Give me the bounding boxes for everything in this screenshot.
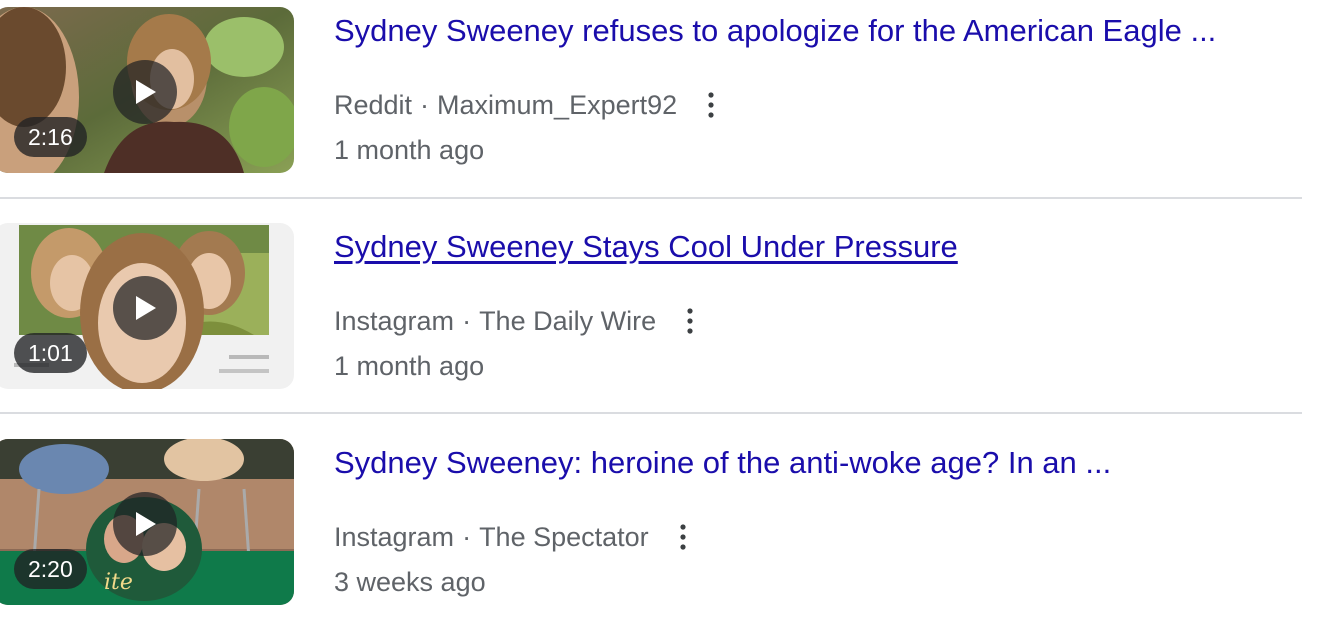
play-icon [113, 60, 177, 124]
video-thumbnail[interactable]: ite 2:20 [0, 439, 294, 605]
result-author: Maximum_Expert92 [437, 90, 678, 120]
svg-text:ite: ite [104, 570, 133, 595]
result-source: Instagram [334, 306, 455, 336]
meta-separator: · [462, 306, 472, 336]
video-duration-badge: 2:16 [14, 117, 87, 157]
video-duration-badge: 1:01 [14, 333, 87, 373]
result-source: Reddit [334, 90, 413, 120]
video-duration-badge: 2:20 [14, 549, 87, 589]
more-vert-icon[interactable] [699, 87, 723, 123]
video-results-list: 2:16 Sydney Sweeney refuses to apologize… [0, 0, 1320, 626]
result-title-link[interactable]: Sydney Sweeney refuses to apologize for … [334, 9, 1216, 53]
meta-separator: · [420, 90, 430, 120]
play-icon [113, 492, 177, 556]
more-vert-icon[interactable] [671, 519, 695, 555]
result-age: 3 weeks ago [334, 567, 486, 597]
result-divider [0, 412, 1302, 414]
video-thumbnail[interactable]: 2:16 [0, 7, 294, 173]
video-result: ite 2:20 Sydney Sweeney: heroine of the … [0, 423, 1302, 639]
result-title-link[interactable]: Sydney Sweeney: heroine of the anti-woke… [334, 441, 1111, 485]
result-author: The Daily Wire [479, 306, 657, 336]
result-title-link[interactable]: Sydney Sweeney Stays Cool Under Pressure [334, 225, 958, 269]
result-meta: Instagram · The Spectator [334, 519, 695, 555]
video-result: 2:16 Sydney Sweeney refuses to apologize… [0, 0, 1302, 207]
more-vert-icon[interactable] [678, 303, 702, 339]
play-icon [113, 276, 177, 340]
result-age: 1 month ago [334, 135, 485, 165]
result-meta: Reddit · Maximum_Expert92 [334, 87, 723, 123]
result-divider [0, 197, 1302, 199]
result-meta: Instagram · The Daily Wire [334, 303, 702, 339]
result-source: Instagram [334, 522, 455, 552]
result-author: The Spectator [479, 522, 649, 552]
meta-separator: · [462, 522, 472, 552]
video-result: 1:01 Sydney Sweeney Stays Cool Under Pre… [0, 207, 1302, 423]
result-age: 1 month ago [334, 351, 485, 381]
video-thumbnail[interactable]: 1:01 [0, 223, 294, 389]
